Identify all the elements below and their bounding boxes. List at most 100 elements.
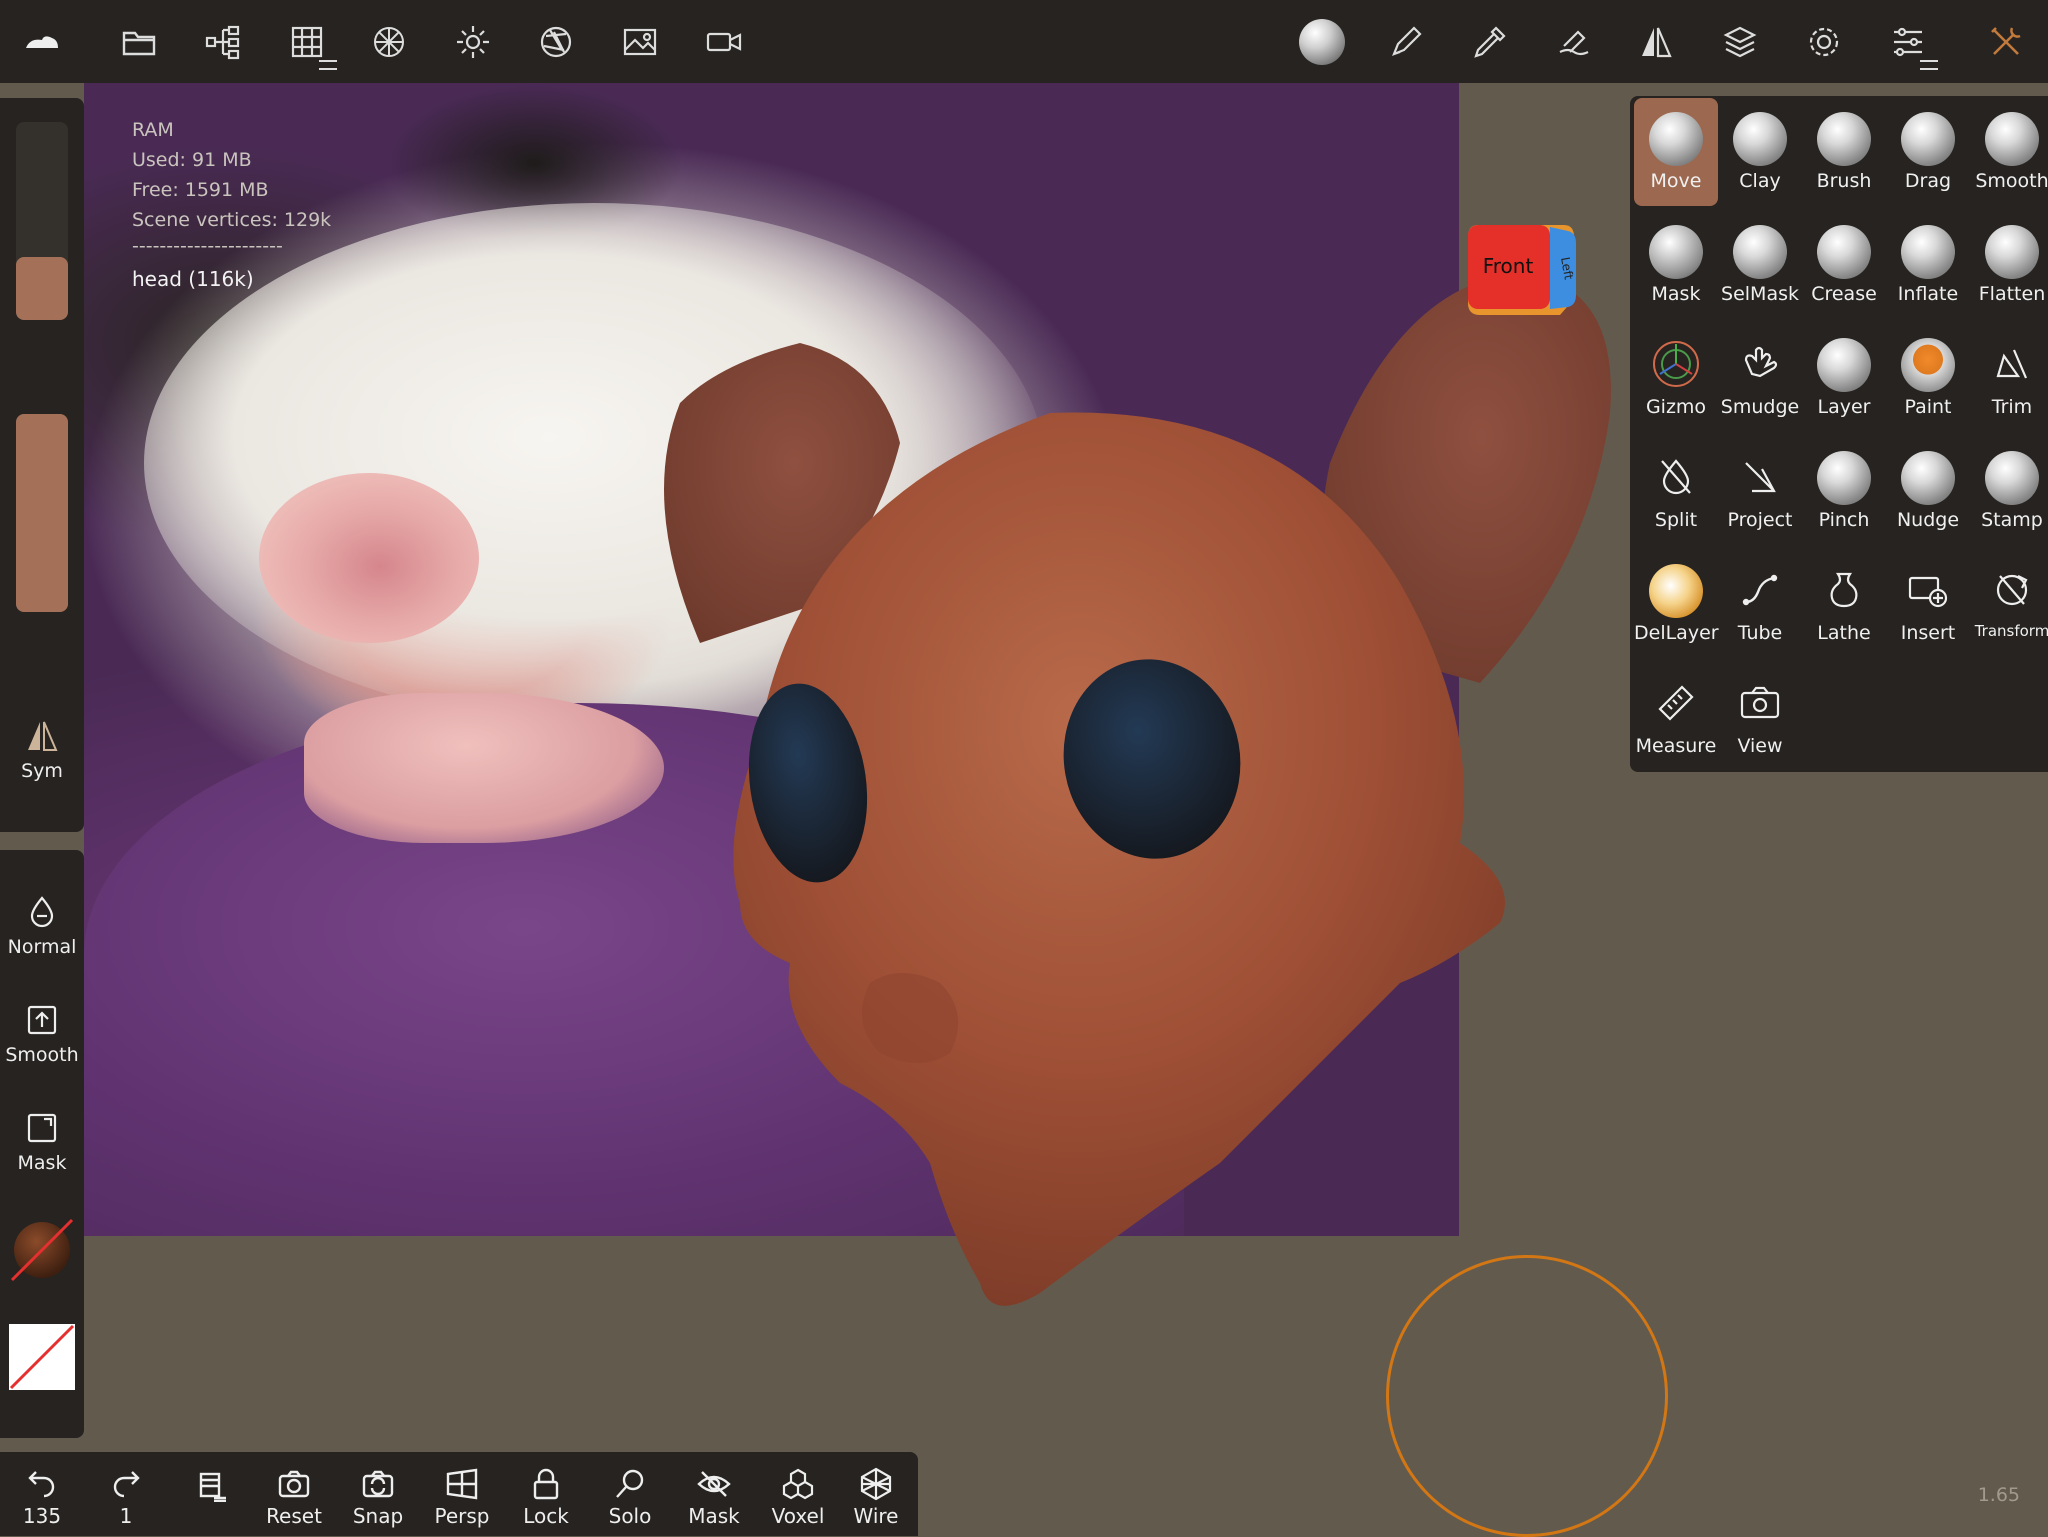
version-label: 1.65 bbox=[1977, 1484, 2020, 1506]
tool-split[interactable]: Split bbox=[1634, 437, 1718, 545]
no-texture-swatch[interactable] bbox=[9, 1324, 75, 1390]
video-icon[interactable] bbox=[698, 16, 750, 68]
pen-icon[interactable] bbox=[1380, 16, 1432, 68]
tool-project[interactable]: Project bbox=[1718, 437, 1802, 545]
tool-dellayer[interactable]: DelLayer bbox=[1634, 550, 1719, 658]
left-panel: Sym bbox=[0, 98, 84, 832]
tool-flatten[interactable]: Flatten bbox=[1970, 211, 2048, 319]
tool-smooth[interactable]: Smooth bbox=[1970, 98, 2048, 206]
tool-drag[interactable]: Drag bbox=[1886, 98, 1970, 206]
tools-icon[interactable] bbox=[1980, 16, 2032, 68]
brush-icon bbox=[1817, 112, 1871, 166]
undo-count: 135 bbox=[22, 1504, 62, 1528]
tool-mask[interactable]: Mask bbox=[1634, 211, 1718, 319]
view-cube[interactable]: Front Left bbox=[1464, 219, 1580, 329]
cloud-icon[interactable] bbox=[16, 16, 68, 68]
brush-intensity-fill bbox=[16, 414, 68, 612]
paint-stroke-icon[interactable] bbox=[1548, 16, 1600, 68]
material-color-swatch[interactable] bbox=[10, 1218, 74, 1282]
matcap-sphere-icon[interactable] bbox=[1296, 16, 1348, 68]
tool-label: Mask bbox=[1651, 283, 1701, 305]
sym-button[interactable]: Sym bbox=[0, 718, 84, 782]
tool-label: Project bbox=[1727, 509, 1793, 531]
smooth-button[interactable]: Smooth bbox=[0, 1002, 84, 1066]
top-toolbar bbox=[0, 0, 2048, 83]
mask-box-icon bbox=[27, 1113, 57, 1143]
image-icon[interactable] bbox=[614, 16, 666, 68]
light-icon[interactable] bbox=[447, 16, 499, 68]
wireframe-icon bbox=[860, 1467, 892, 1501]
tool-move[interactable]: Move bbox=[1634, 98, 1718, 206]
tool-trim[interactable]: Trim bbox=[1970, 324, 2048, 432]
solo-label: Solo bbox=[608, 1504, 652, 1528]
tool-label: Drag bbox=[1904, 170, 1952, 192]
tool-lathe[interactable]: Lathe bbox=[1802, 550, 1886, 658]
gizmo-icon bbox=[1653, 341, 1699, 387]
cube-front-label: Front bbox=[1483, 254, 1534, 278]
persp-button[interactable]: Persp bbox=[420, 1460, 504, 1536]
reset-button[interactable]: Reset bbox=[252, 1460, 336, 1536]
snap-button[interactable]: Snap bbox=[336, 1460, 420, 1536]
aperture-icon[interactable] bbox=[530, 16, 582, 68]
insert-icon bbox=[1908, 576, 1948, 608]
tool-label: Gizmo bbox=[1645, 396, 1707, 418]
wire-button[interactable]: Wire bbox=[834, 1460, 918, 1536]
tool-paint[interactable]: Paint bbox=[1886, 324, 1970, 432]
voxel-button[interactable]: Voxel bbox=[756, 1460, 840, 1536]
normal-button[interactable]: Normal bbox=[0, 894, 84, 958]
tool-label: Brush bbox=[1816, 170, 1872, 192]
tool-layer[interactable]: Layer bbox=[1802, 324, 1886, 432]
tool-inflate[interactable]: Inflate bbox=[1886, 211, 1970, 319]
move-icon bbox=[1649, 112, 1703, 166]
tool-pinch[interactable]: Pinch bbox=[1802, 437, 1886, 545]
layers-icon[interactable] bbox=[1714, 16, 1766, 68]
search-icon bbox=[616, 1469, 644, 1498]
mask-button[interactable]: Mask bbox=[0, 1110, 84, 1174]
tool-label: Transform bbox=[1974, 622, 2048, 640]
tool-smudge[interactable]: Smudge bbox=[1718, 324, 1802, 432]
split-icon bbox=[1661, 459, 1691, 495]
ram-free: Free: 1591 MB bbox=[132, 179, 269, 201]
tool-measure[interactable]: Measure bbox=[1634, 663, 1718, 771]
tool-gizmo[interactable]: Gizmo bbox=[1634, 324, 1718, 432]
voxel-label: Voxel bbox=[771, 1504, 825, 1528]
selected-object[interactable]: head (116k) bbox=[132, 267, 254, 291]
sliders-icon[interactable] bbox=[1882, 16, 1938, 70]
left-panel-lower: Normal Smooth Mask bbox=[0, 850, 84, 1438]
scene-tree-icon[interactable] bbox=[197, 16, 249, 68]
folder-icon[interactable] bbox=[113, 16, 165, 68]
tool-label: Insert bbox=[1900, 622, 1956, 644]
tool-stamp[interactable]: Stamp bbox=[1970, 437, 2048, 545]
brush-cursor bbox=[1386, 1255, 1668, 1537]
layer-icon bbox=[1817, 338, 1871, 392]
settings-icon[interactable] bbox=[1798, 16, 1850, 68]
tool-selmask[interactable]: SelMask bbox=[1718, 211, 1802, 319]
tools-panel: Move Clay Brush Drag Smooth Mask SelMask Crease… bbox=[1630, 96, 2048, 772]
measure-icon bbox=[1658, 685, 1694, 721]
wire-label: Wire bbox=[853, 1504, 899, 1528]
tool-insert[interactable]: Insert bbox=[1886, 550, 1970, 658]
undo-button[interactable]: 135 bbox=[0, 1460, 84, 1536]
tool-view[interactable]: View bbox=[1718, 663, 1802, 771]
tool-crease[interactable]: Crease bbox=[1802, 211, 1886, 319]
redo-button[interactable]: 1 bbox=[84, 1460, 168, 1536]
history-button[interactable] bbox=[168, 1460, 252, 1536]
tool-clay[interactable]: Clay bbox=[1718, 98, 1802, 206]
tool-nudge[interactable]: Nudge bbox=[1886, 437, 1970, 545]
grid-icon[interactable] bbox=[281, 16, 337, 70]
mask-visibility-button[interactable]: Mask bbox=[672, 1460, 756, 1536]
solo-button[interactable]: Solo bbox=[588, 1460, 672, 1536]
material-sphere-icon[interactable] bbox=[363, 16, 415, 68]
tool-label: Inflate bbox=[1897, 283, 1959, 305]
tool-brush[interactable]: Brush bbox=[1802, 98, 1886, 206]
tool-transform[interactable]: Transform bbox=[1970, 550, 2048, 658]
tool-tube[interactable]: Tube bbox=[1718, 550, 1802, 658]
tool-label: Smooth bbox=[1975, 170, 2048, 192]
picker-icon[interactable] bbox=[1464, 16, 1516, 68]
transform-icon bbox=[1996, 574, 2028, 606]
symmetry-icon[interactable] bbox=[1630, 16, 1682, 68]
lock-button[interactable]: Lock bbox=[504, 1460, 588, 1536]
tool-label: Stamp bbox=[1981, 509, 2043, 531]
trim-icon bbox=[1996, 349, 2028, 379]
snap-label: Snap bbox=[352, 1504, 404, 1528]
